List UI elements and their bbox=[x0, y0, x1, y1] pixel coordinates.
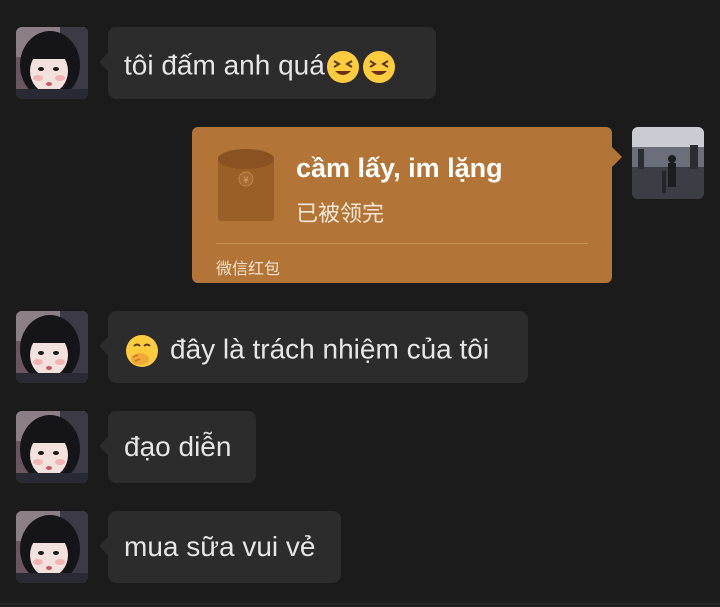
face-with-hand-over-mouth-icon bbox=[124, 333, 160, 369]
contact-avatar[interactable] bbox=[16, 27, 88, 99]
message-text: mua sữa vui vẻ bbox=[124, 531, 316, 562]
message-bubble[interactable]: đây là trách nhiệm của tôi bbox=[99, 311, 528, 383]
message-text: đây là trách nhiệm của tôi bbox=[170, 333, 490, 365]
message-bubble[interactable]: mua sữa vui vẻ bbox=[99, 511, 341, 583]
red-packet-title: cầm lấy, im lặng bbox=[296, 153, 503, 183]
my-avatar[interactable] bbox=[632, 127, 704, 199]
message-bubble[interactable]: đạo diễn bbox=[99, 411, 256, 483]
red-packet-label: 微信红包 bbox=[216, 261, 281, 278]
message-text: tôi đấm anh quá bbox=[124, 49, 325, 81]
input-bar-edge bbox=[0, 603, 720, 605]
red-packet-envelope-icon: ¥ bbox=[216, 149, 276, 228]
red-packet-card[interactable]: ¥ cầm lấy, im lặng 已被领完 微信红包 bbox=[192, 127, 622, 283]
message-bubble[interactable]: tôi đấm anh quá bbox=[99, 27, 436, 99]
contact-avatar[interactable] bbox=[16, 311, 88, 383]
svg-text:¥: ¥ bbox=[243, 176, 249, 186]
red-packet-status: 已被领完 bbox=[296, 201, 385, 226]
divider bbox=[216, 243, 588, 244]
contact-avatar[interactable] bbox=[16, 511, 88, 583]
message-text: đạo diễn bbox=[124, 431, 232, 462]
grinning-squinting-face-icon bbox=[361, 49, 397, 85]
contact-avatar[interactable] bbox=[16, 411, 88, 483]
grinning-squinting-face-icon bbox=[325, 49, 361, 85]
